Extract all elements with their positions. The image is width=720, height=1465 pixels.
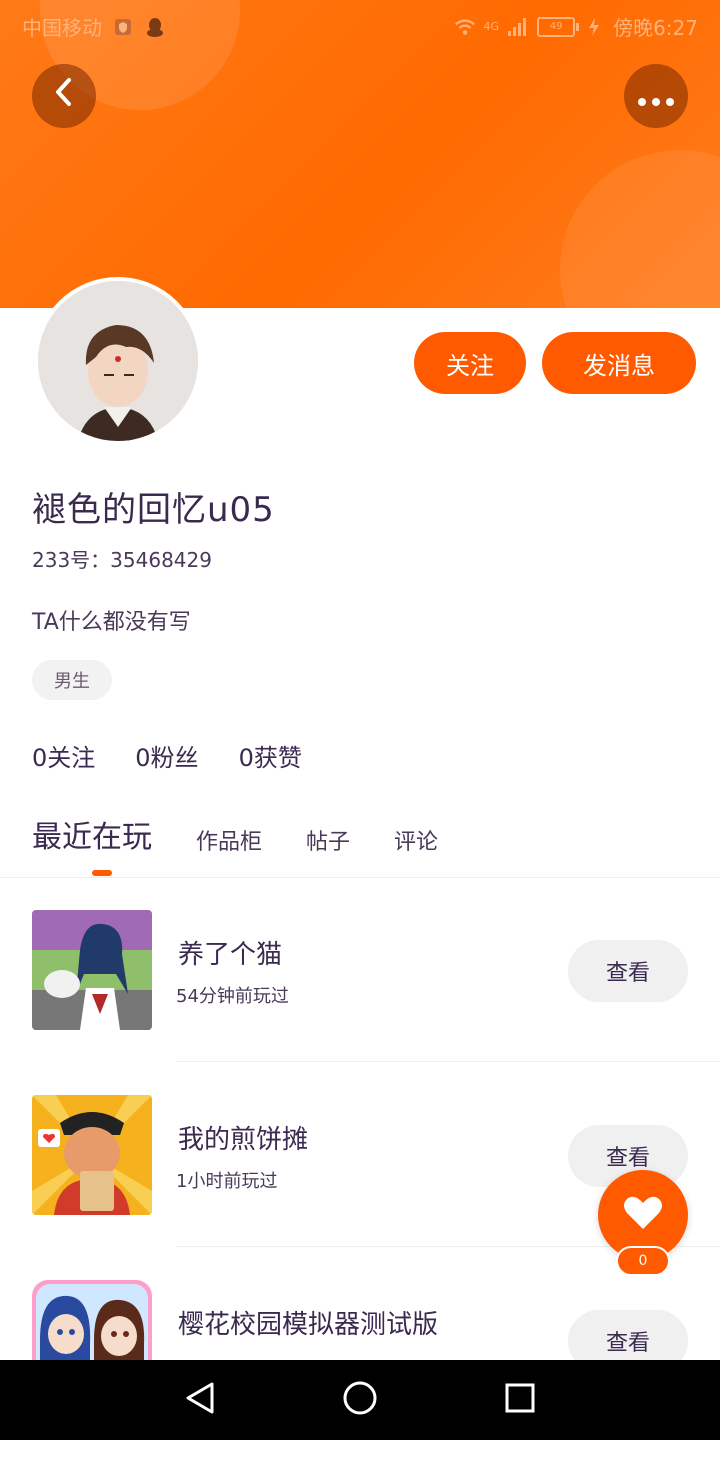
last-played-time: 54分钟前玩过 [176, 986, 289, 1007]
nav-recent-apps-button[interactable] [500, 1380, 540, 1420]
active-tab-indicator [92, 870, 112, 876]
avatar[interactable] [34, 277, 202, 445]
battery-level: 49 [549, 20, 563, 32]
tab-comments[interactable]: 评论 [394, 824, 438, 856]
triangle-back-icon [184, 1381, 216, 1419]
likes-count[interactable]: 0获赞 [239, 738, 302, 773]
qq-penguin-icon [144, 16, 166, 38]
nav-back-button[interactable] [180, 1380, 220, 1420]
charging-icon [583, 16, 605, 38]
tab-posts[interactable]: 帖子 [306, 824, 350, 856]
profile-stats: 0关注 0粉丝 0获赞 [32, 738, 302, 773]
network-type-label: 4G [483, 20, 500, 33]
banner-decoration [560, 150, 720, 308]
chevron-left-icon [52, 76, 76, 117]
tab-recently-played[interactable]: 最近在玩 [32, 812, 152, 856]
more-options-button[interactable] [624, 64, 688, 128]
list-item[interactable]: 养了个猫 54分钟前玩过 查看 [0, 910, 720, 1095]
nav-home-button[interactable] [340, 1380, 380, 1420]
tabs-divider [0, 877, 720, 878]
more-dots-icon [636, 76, 676, 116]
user-id: 233号：35468429 [32, 548, 212, 572]
clock: 傍晚6:27 [613, 16, 698, 40]
heart-icon [623, 1195, 663, 1235]
follow-button[interactable]: 关注 [414, 332, 526, 394]
status-bar: 中国移动 4G 49 傍晚6:27 [0, 0, 720, 48]
tab-works[interactable]: 作品柜 [196, 824, 262, 856]
profile-tabs: 最近在玩 作品柜 帖子 评论 [32, 812, 438, 856]
username: 褪色的回忆u05 [32, 490, 275, 530]
gender-tag: 男生 [32, 660, 112, 700]
game-title: 养了个猫 [178, 940, 283, 970]
last-played-time: 1小时前玩过 [176, 1171, 278, 1192]
followers-count[interactable]: 0粉丝 [135, 738, 198, 773]
circle-home-icon [342, 1380, 378, 1420]
carrier-label: 中国移动 [22, 16, 102, 40]
following-count[interactable]: 0关注 [32, 738, 95, 773]
back-button[interactable] [32, 64, 96, 128]
game-title: 我的煎饼摊 [178, 1125, 309, 1155]
send-message-button[interactable]: 发消息 [542, 332, 696, 394]
view-game-button[interactable]: 查看 [568, 940, 688, 1002]
shield-icon [112, 16, 134, 38]
like-count-badge: 0 [616, 1246, 670, 1276]
game-title: 樱花校园模拟器测试版 [178, 1310, 439, 1340]
system-navigation-bar [0, 1360, 720, 1440]
game-thumbnail[interactable] [32, 1095, 152, 1215]
profile-header-banner: 中国移动 4G 49 傍晚6:27 [0, 0, 720, 308]
user-bio: TA什么都没有写 [32, 610, 191, 635]
wifi-icon [454, 16, 476, 38]
battery-icon: 49 [537, 16, 580, 37]
signal-icon [507, 16, 529, 38]
avatar-illustration [38, 281, 198, 441]
square-recent-icon [504, 1382, 536, 1418]
row-divider [176, 1061, 720, 1062]
game-thumbnail[interactable] [32, 910, 152, 1030]
